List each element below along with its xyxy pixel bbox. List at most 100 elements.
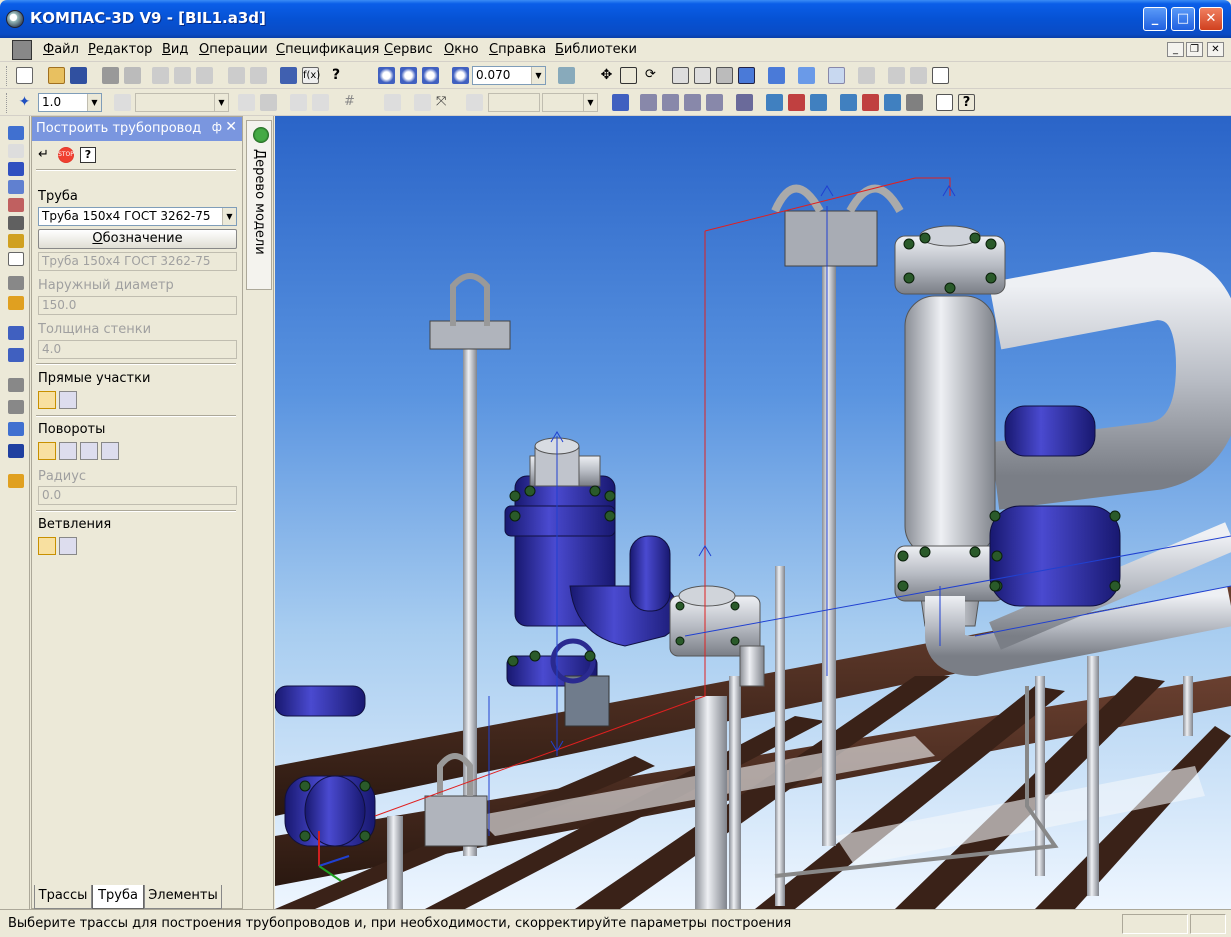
- components-icon[interactable]: [8, 296, 24, 310]
- close-button[interactable]: ✕: [1199, 7, 1223, 31]
- sketch-icon[interactable]: [238, 94, 255, 111]
- chevron-down-icon[interactable]: ▼: [222, 208, 236, 225]
- filter-bodies-icon[interactable]: [706, 94, 723, 111]
- tab-elements[interactable]: Элементы: [144, 885, 222, 909]
- measure-icon[interactable]: [910, 67, 927, 84]
- library-icon[interactable]: [8, 474, 24, 488]
- filter-all-icon[interactable]: [736, 94, 753, 111]
- snap-icon[interactable]: ✦: [16, 94, 33, 111]
- menu-window[interactable]: Окно: [444, 42, 479, 57]
- kompas-app-icon[interactable]: [6, 10, 24, 28]
- model-tree-tab[interactable]: Дерево модели: [246, 120, 272, 290]
- orientation-icon[interactable]: [558, 67, 575, 84]
- straight-mode-2-button[interactable]: [59, 391, 77, 409]
- spatial-curves-icon[interactable]: [8, 144, 24, 158]
- menu-view[interactable]: Вид: [162, 42, 188, 57]
- redo-icon[interactable]: [250, 67, 267, 84]
- snap-toggle-icon[interactable]: ⤧: [436, 94, 453, 111]
- open-icon[interactable]: [48, 67, 65, 84]
- zoom-window-icon[interactable]: [378, 67, 395, 84]
- zoom-scale-icon[interactable]: [452, 67, 469, 84]
- rotate-icon[interactable]: ⟳: [642, 67, 659, 84]
- pin-icon[interactable]: ф: [212, 120, 222, 134]
- assembly-edit-icon[interactable]: [8, 276, 24, 290]
- chevron-down-icon[interactable]: ▼: [214, 94, 228, 111]
- save-icon[interactable]: [70, 67, 87, 84]
- menu-libraries[interactable]: Библиотеки: [555, 42, 637, 57]
- surfaces-icon[interactable]: [8, 162, 24, 176]
- lcs-select-icon[interactable]: [312, 94, 329, 111]
- chevron-down-icon[interactable]: ▼: [87, 94, 101, 111]
- copy-icon[interactable]: [174, 67, 191, 84]
- mate-perpendicular-icon[interactable]: [810, 94, 827, 111]
- model-viewport[interactable]: [275, 116, 1231, 909]
- create-object-icon[interactable]: ↵: [38, 147, 54, 163]
- zoom-scale-combo[interactable]: 0.070 ▼: [472, 66, 546, 85]
- undo-icon[interactable]: [228, 67, 245, 84]
- menu-service[interactable]: Сервис: [384, 42, 433, 57]
- annotation-icon[interactable]: [8, 400, 24, 414]
- auxiliary-geometry-icon[interactable]: [8, 180, 24, 194]
- plane-combo[interactable]: ▼: [135, 93, 229, 112]
- hidden-lines-icon[interactable]: [694, 67, 711, 84]
- sheet-metal-icon[interactable]: [8, 378, 24, 392]
- coord-y-field[interactable]: ▼: [542, 93, 598, 112]
- help-icon[interactable]: ?: [80, 147, 96, 163]
- coordinates-icon[interactable]: [466, 94, 483, 111]
- document-icon[interactable]: [12, 40, 32, 60]
- doc-restore-button[interactable]: ❐: [1186, 42, 1203, 57]
- toolbar-grip[interactable]: [6, 93, 9, 113]
- dimensions-icon[interactable]: [8, 216, 24, 230]
- turn-mode-4-button[interactable]: [101, 442, 119, 460]
- routing-icon[interactable]: [8, 422, 24, 436]
- mates-icon[interactable]: [8, 326, 24, 340]
- specification-icon[interactable]: [936, 94, 953, 111]
- stop-icon[interactable]: STOP: [58, 147, 74, 163]
- help-pointer-icon[interactable]: ?: [332, 67, 349, 84]
- attributes-icon[interactable]: [858, 67, 875, 84]
- print-icon[interactable]: [102, 67, 119, 84]
- mate-coincidence-icon[interactable]: [766, 94, 783, 111]
- rounding-icon[interactable]: [414, 94, 431, 111]
- minimize-button[interactable]: _: [1143, 7, 1167, 31]
- coord-x-field[interactable]: [488, 93, 540, 112]
- plane-icon[interactable]: [114, 94, 131, 111]
- turn-mode-1-button[interactable]: [38, 442, 56, 460]
- pipe-select[interactable]: Труба 150х4 ГОСТ 3262-75 ▼: [38, 207, 237, 226]
- turn-mode-3-button[interactable]: [80, 442, 98, 460]
- layers-icon[interactable]: [828, 67, 845, 84]
- variables-icon[interactable]: [280, 67, 297, 84]
- chevron-down-icon[interactable]: ▼: [583, 94, 597, 111]
- menu-editor[interactable]: Редактор: [88, 42, 152, 57]
- chevron-down-icon[interactable]: ▼: [531, 67, 545, 84]
- paste-icon[interactable]: [196, 67, 213, 84]
- hidden-thin-icon[interactable]: [716, 67, 733, 84]
- mate-parallel-icon[interactable]: [788, 94, 805, 111]
- mate-concentric-icon[interactable]: [862, 94, 879, 111]
- ortho-icon[interactable]: [384, 94, 401, 111]
- branch-mode-2-button[interactable]: [59, 537, 77, 555]
- filter-vertices-icon[interactable]: [684, 94, 701, 111]
- filter-edges-icon[interactable]: [640, 94, 657, 111]
- doc-close-button[interactable]: ✕: [1207, 42, 1224, 57]
- zoom-out-icon[interactable]: [422, 67, 439, 84]
- arrays-icon[interactable]: [8, 348, 24, 362]
- cut-icon[interactable]: [152, 67, 169, 84]
- designation-button[interactable]: Обозначение: [38, 229, 237, 249]
- filters-icon[interactable]: [8, 234, 24, 248]
- new-document-icon[interactable]: [16, 67, 33, 84]
- edit-sketch-icon[interactable]: [260, 94, 277, 111]
- menu-operations[interactable]: Операции: [199, 42, 268, 57]
- mate-angle-icon[interactable]: [906, 94, 923, 111]
- menu-specification[interactable]: Спецификация: [276, 42, 379, 57]
- pan-icon[interactable]: ✥: [598, 67, 615, 84]
- perspective-icon[interactable]: [798, 67, 815, 84]
- shaded-edges-icon[interactable]: [768, 67, 785, 84]
- step-combo[interactable]: 1.0 ▼: [38, 93, 102, 112]
- panel-toggle-icon[interactable]: [932, 67, 949, 84]
- zoom-in-icon[interactable]: [400, 67, 417, 84]
- straight-mode-1-button[interactable]: [38, 391, 56, 409]
- lcs-icon[interactable]: [290, 94, 307, 111]
- show-all-icon[interactable]: [620, 67, 637, 84]
- toolbar-grip[interactable]: [6, 66, 9, 86]
